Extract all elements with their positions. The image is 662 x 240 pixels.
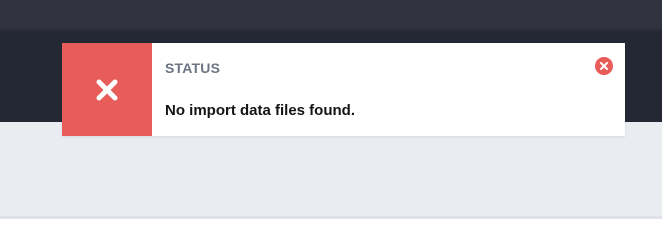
notification-title: STATUS [165,60,221,76]
header-divider [0,29,662,31]
x-icon [96,79,118,101]
notification-body: STATUS No import data files found. [152,43,625,136]
status-notification: STATUS No import data files found. [62,43,625,136]
error-icon-panel [62,43,152,136]
close-circle-icon[interactable] [600,62,608,70]
notification-message: No import data files found. [165,102,355,119]
close-notification-button[interactable] [595,57,613,75]
page-bottom-edge [0,216,662,219]
page: STATUS No import data files found. [0,0,662,219]
